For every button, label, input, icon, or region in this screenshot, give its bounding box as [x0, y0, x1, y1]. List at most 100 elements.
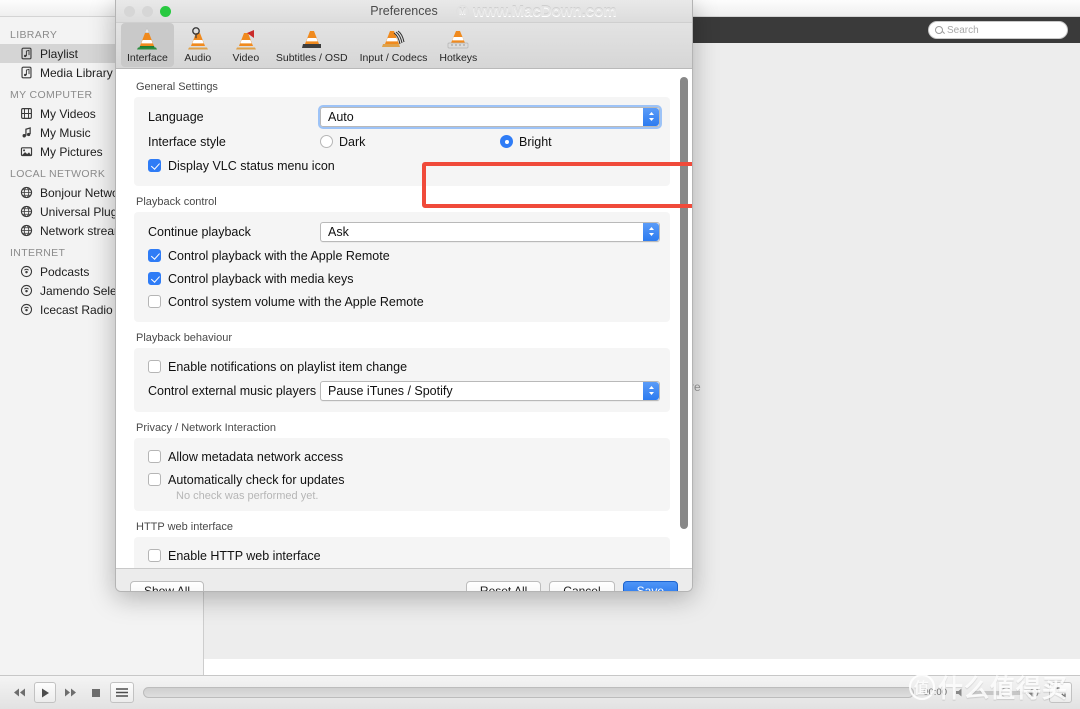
stop-button[interactable] — [85, 682, 107, 703]
auto-update-row[interactable]: Automatically check for updates — [144, 468, 660, 491]
next-button[interactable] — [59, 682, 82, 703]
search-input[interactable]: Search — [928, 21, 1068, 39]
podcast-icon — [20, 265, 33, 278]
media-keys-playback-checkbox[interactable] — [148, 272, 161, 285]
enable-http-checkbox[interactable] — [148, 549, 161, 562]
podcast-icon — [20, 284, 33, 297]
scrollbar-thumb[interactable] — [680, 77, 688, 529]
tab-label: Interface — [127, 52, 168, 64]
enable-http-row[interactable]: Enable HTTP web interface — [144, 544, 660, 567]
tab-label: Audio — [184, 52, 212, 64]
preferences-toolbar: Interface Audio Video Subtitles / OSD In… — [116, 23, 692, 69]
language-row: Language Auto — [144, 104, 662, 129]
metadata-access-row[interactable]: Allow metadata network access — [144, 445, 660, 468]
group-title-http: HTTP web interface — [136, 521, 234, 533]
status-menu-label: Display VLC status menu icon — [168, 158, 335, 173]
cancel-button[interactable]: Cancel — [549, 580, 615, 591]
status-menu-checkbox[interactable] — [148, 159, 161, 172]
interface-style-row: Interface style Dark Bright — [144, 129, 660, 154]
search-placeholder: Search — [947, 24, 979, 36]
screen: Search LIBRARY Playlist Media Library MY… — [0, 0, 1080, 709]
apple-remote-playback-label: Control playback with the Apple Remote — [168, 248, 390, 263]
play-button[interactable] — [34, 682, 56, 703]
radio-label-bright: Bright — [519, 134, 552, 149]
apple-remote-playback-row[interactable]: Control playback with the Apple Remote — [144, 244, 660, 267]
preferences-footer: Show All Reset All Cancel Save — [116, 569, 692, 591]
continue-playback-row: Continue playback Ask — [144, 219, 660, 244]
volume-knob[interactable] — [1001, 686, 1012, 698]
group-title-playback-control: Playback control — [136, 196, 217, 208]
continue-playback-popup[interactable]: Ask — [320, 221, 660, 242]
volume-slider[interactable] — [971, 686, 1023, 698]
chevron-updown-icon — [643, 107, 659, 126]
radio-label-dark: Dark — [339, 134, 366, 149]
picture-icon — [20, 147, 33, 157]
tab-video[interactable]: Video — [222, 23, 270, 67]
chevron-updown-icon — [643, 381, 659, 400]
globe-icon — [20, 186, 33, 199]
group-general-settings: Language Auto Interface style Dark Brigh… — [134, 97, 670, 186]
vlc-cone-input-icon — [381, 30, 404, 47]
radio-button-dark[interactable] — [320, 135, 333, 148]
playlist-note-icon — [21, 66, 32, 79]
notifications-checkbox[interactable] — [148, 360, 161, 373]
tab-audio[interactable]: Audio — [174, 23, 222, 67]
playlist-button[interactable] — [110, 682, 134, 703]
tab-interface[interactable]: Interface — [121, 23, 174, 67]
fullscreen-button[interactable] — [1049, 682, 1072, 703]
vlc-cone-subtitles-icon — [301, 31, 321, 48]
continue-playback-value: Ask — [328, 224, 349, 239]
podcast-icon — [20, 303, 33, 316]
external-players-popup[interactable]: Pause iTunes / Spotify — [320, 380, 660, 401]
sidebar-item-label: My Videos — [40, 106, 96, 121]
preferences-titlebar: Preferences M www.MacDown.com — [116, 0, 692, 23]
tab-label: Subtitles / OSD — [275, 52, 348, 64]
interface-style-label: Interface style — [148, 134, 226, 149]
volume-control[interactable] — [956, 686, 1040, 698]
group-http: Enable HTTP web interface Password — [134, 537, 670, 568]
sidebar-item-label: My Pictures — [40, 144, 103, 159]
tab-input-codecs[interactable]: Input / Codecs — [354, 23, 434, 67]
metadata-access-label: Allow metadata network access — [168, 449, 344, 464]
metadata-access-checkbox[interactable] — [148, 450, 161, 463]
show-all-button[interactable]: Show All — [130, 580, 205, 591]
vlc-cone-audio-icon — [187, 27, 208, 50]
system-volume-remote-row[interactable]: Control system volume with the Apple Rem… — [144, 290, 660, 313]
film-icon — [21, 108, 32, 119]
sidebar-item-label: Media Library — [40, 65, 113, 80]
group-title-general-settings: General Settings — [136, 81, 218, 93]
vlc-cone-video-icon — [235, 30, 256, 50]
group-title-playback-behaviour: Playback behaviour — [136, 332, 233, 344]
tab-label: Hotkeys — [439, 52, 478, 64]
watermark-logo-icon: M — [456, 5, 469, 18]
auto-update-checkbox[interactable] — [148, 473, 161, 486]
external-players-row: Control external music players Pause iTu… — [144, 378, 660, 403]
tab-hotkeys[interactable]: Hotkeys — [433, 23, 483, 67]
group-title-privacy: Privacy / Network Interaction — [136, 422, 276, 434]
tab-subtitles-osd[interactable]: Subtitles / OSD — [270, 23, 354, 67]
language-popup[interactable]: Auto — [318, 104, 662, 129]
tab-label: Input / Codecs — [359, 52, 428, 64]
radio-bright[interactable]: Bright — [500, 131, 552, 153]
notifications-label: Enable notifications on playlist item ch… — [168, 359, 408, 374]
previous-button[interactable] — [8, 682, 31, 703]
search-icon — [935, 26, 943, 34]
playlist-note-icon — [21, 47, 32, 60]
apple-remote-playback-checkbox[interactable] — [148, 249, 161, 262]
pane-scrollbar[interactable] — [680, 75, 688, 545]
sidebar-item-label: My Music — [40, 125, 91, 140]
radio-dark[interactable]: Dark — [320, 131, 500, 153]
chevron-updown-icon — [643, 222, 659, 241]
reset-all-button[interactable]: Reset All — [465, 580, 542, 591]
notifications-row[interactable]: Enable notifications on playlist item ch… — [144, 355, 660, 378]
music-note-icon — [22, 127, 31, 138]
status-menu-checkbox-row[interactable]: Display VLC status menu icon — [144, 154, 660, 177]
system-volume-remote-checkbox[interactable] — [148, 295, 161, 308]
media-keys-playback-row[interactable]: Control playback with media keys — [144, 267, 660, 290]
seek-slider[interactable] — [143, 687, 915, 698]
save-button[interactable]: Save — [622, 580, 678, 591]
vlc-cone-interface-icon — [137, 27, 158, 50]
time-display: 00:00 — [923, 687, 947, 698]
radio-button-bright[interactable] — [500, 135, 513, 148]
fullscreen-icon — [1055, 687, 1066, 698]
